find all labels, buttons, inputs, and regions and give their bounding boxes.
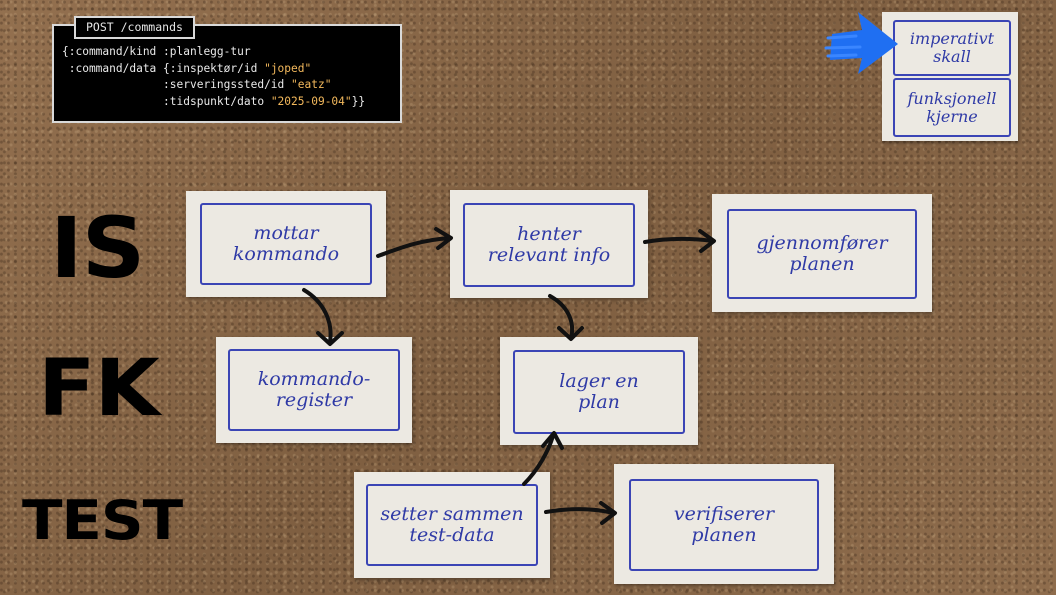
arrow-testdata-to-plan xyxy=(522,431,564,486)
arrow-fetch-to-execute xyxy=(643,229,716,253)
flow-arrows xyxy=(302,12,898,525)
arrow-receive-to-register xyxy=(302,288,344,346)
arrow-testdata-to-verify xyxy=(544,501,617,525)
arrow-receive-to-fetch xyxy=(376,227,453,258)
shell-pointer-arrow xyxy=(824,12,898,74)
arrow-fetch-to-plan xyxy=(548,294,584,341)
